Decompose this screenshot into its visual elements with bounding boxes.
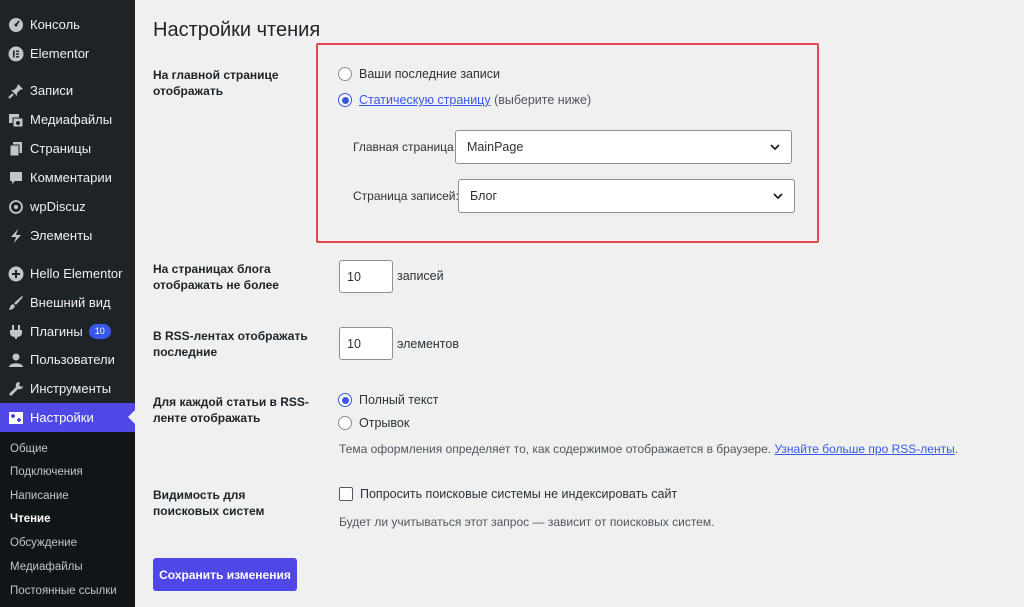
wrench-icon [0, 381, 30, 397]
sidebar-item-label: wpDiscuz [30, 199, 86, 214]
sidebar-item-label: Внешний вид [30, 295, 111, 310]
plugins-update-badge: 10 [88, 324, 111, 339]
elements-icon [0, 228, 30, 244]
sidebar-item-appearance[interactable]: Внешний вид [0, 288, 135, 317]
radio-excerpt-indicator[interactable] [338, 416, 352, 430]
sidebar-item-label: Записи [30, 83, 74, 98]
submenu-item-connections[interactable]: Подключения [10, 466, 83, 478]
sidebar-item-posts[interactable]: Записи [0, 76, 135, 105]
sidebar-item-hello-elementor[interactable]: Hello Elementor [0, 259, 135, 288]
rss-learn-more-link[interactable]: Узнайте больше про RSS-ленты [774, 442, 954, 456]
dashboard-icon [0, 17, 30, 33]
sidebar-item-users[interactable]: Пользователи [0, 345, 135, 374]
sidebar-item-elementor[interactable]: Elementor [0, 39, 135, 68]
sidebar-item-label: Комментарии [30, 170, 112, 185]
search-visibility-description: Будет ли учитываться этот запрос — завис… [339, 515, 715, 529]
discourage-search-checkbox[interactable]: Попросить поисковые системы не индексиро… [339, 487, 677, 501]
submenu-item-discussion[interactable]: Обсуждение [10, 537, 77, 549]
rss-items-unit: элементов [397, 337, 459, 351]
elementor-icon [0, 46, 30, 62]
media-icon [0, 112, 30, 128]
rss-items-label: В RSS-лентах отображать последние [153, 329, 308, 359]
checkbox-indicator[interactable] [339, 487, 353, 501]
posts-page-select[interactable]: Блог [458, 179, 795, 213]
homepage-display-label: На главной странице отображать [153, 68, 279, 98]
posts-page-label: Страница записей: [353, 189, 459, 203]
sidebar-item-plugins[interactable]: Плагины 10 [0, 317, 135, 346]
brush-icon [0, 295, 30, 311]
submenu-item-reading[interactable]: Чтение [10, 513, 51, 525]
pin-icon [0, 83, 30, 99]
settings-icon [0, 410, 30, 426]
submenu-item-writing[interactable]: Написание [10, 490, 69, 502]
pages-icon [0, 141, 30, 157]
sidebar-item-settings[interactable]: Настройки [0, 403, 135, 432]
submenu-item-general[interactable]: Общие [10, 443, 48, 455]
sidebar-item-label: Пользователи [30, 352, 115, 367]
rss-description-text: Тема оформления определяет то, как содер… [339, 442, 772, 456]
sidebar-item-media[interactable]: Медиафайлы [0, 105, 135, 134]
sidebar-item-tools[interactable]: Инструменты [0, 374, 135, 403]
radio-latest-posts-indicator[interactable] [338, 67, 352, 81]
sidebar-item-pages[interactable]: Страницы [0, 134, 135, 163]
admin-sidebar: Консоль Elementor Записи Медиафайлы Стра… [0, 0, 135, 607]
radio-excerpt[interactable]: Отрывок [338, 416, 409, 430]
user-icon [0, 352, 30, 368]
discourage-search-label: Попросить поисковые системы не индексиро… [360, 487, 678, 501]
chevron-down-icon [769, 141, 781, 156]
sidebar-item-label: Медиафайлы [30, 112, 113, 127]
blog-pages-unit: записей [397, 269, 444, 283]
radio-full-text[interactable]: Полный текст [338, 393, 438, 407]
rss-content-label: Для каждой статьи в RSS-ленте отображать [153, 395, 309, 425]
submenu-item-media[interactable]: Медиафайлы [10, 561, 83, 573]
sidebar-item-comments[interactable]: Комментарии [0, 163, 135, 192]
front-page-select-value: MainPage [467, 140, 524, 154]
save-changes-button[interactable]: Сохранить изменения [153, 558, 297, 591]
front-page-label: Главная страница: [353, 140, 458, 154]
main-content: Настройки чтения На главной странице ото… [135, 0, 1024, 607]
sidebar-item-label: Страницы [30, 141, 92, 156]
front-page-select[interactable]: MainPage [455, 130, 792, 164]
static-page-hint: (выберите ниже) [494, 93, 592, 107]
plus-circle-icon [0, 266, 30, 282]
sidebar-item-label: Настройки [30, 410, 94, 425]
blog-pages-label: На страницах блога отображать не более [153, 262, 279, 292]
rss-items-input[interactable]: 10 [339, 327, 393, 360]
sidebar-item-elements[interactable]: Элементы [0, 221, 135, 250]
radio-latest-posts-label: Ваши последние записи [359, 67, 500, 81]
sidebar-item-label: Плагины [30, 324, 83, 339]
posts-page-select-value: Блог [470, 189, 498, 203]
search-visibility-label: Видимость для поисковых систем [153, 488, 265, 518]
submenu-item-permalinks[interactable]: Постоянные ссылки [10, 585, 117, 597]
wpdiscuz-icon [0, 199, 30, 215]
radio-full-text-indicator[interactable] [338, 393, 352, 407]
sidebar-item-label: Hello Elementor [30, 266, 123, 281]
comment-icon [0, 170, 30, 186]
radio-excerpt-label: Отрывок [359, 416, 410, 430]
plugin-icon [0, 324, 30, 340]
sidebar-item-dashboard[interactable]: Консоль [0, 10, 135, 39]
sidebar-item-label: Инструменты [30, 381, 112, 396]
blog-pages-input[interactable]: 10 [339, 260, 393, 293]
rss-description-end: . [954, 442, 959, 456]
sidebar-item-label: Элементы [30, 228, 93, 243]
radio-full-text-label: Полный текст [359, 393, 439, 407]
page-title: Настройки чтения [153, 19, 321, 41]
sidebar-item-label: Консоль [30, 17, 80, 32]
radio-static-page-indicator[interactable] [338, 93, 352, 107]
sidebar-item-label: Elementor [30, 46, 90, 61]
sidebar-item-wpdiscuz[interactable]: wpDiscuz [0, 192, 135, 221]
static-page-link[interactable]: Статическую страницу [359, 93, 491, 107]
chevron-down-icon [772, 190, 784, 205]
radio-static-page[interactable]: Статическую страницу (выберите ниже) [338, 93, 591, 107]
rss-content-description: Тема оформления определяет то, как содер… [339, 442, 958, 456]
radio-latest-posts[interactable]: Ваши последние записи [338, 67, 500, 81]
